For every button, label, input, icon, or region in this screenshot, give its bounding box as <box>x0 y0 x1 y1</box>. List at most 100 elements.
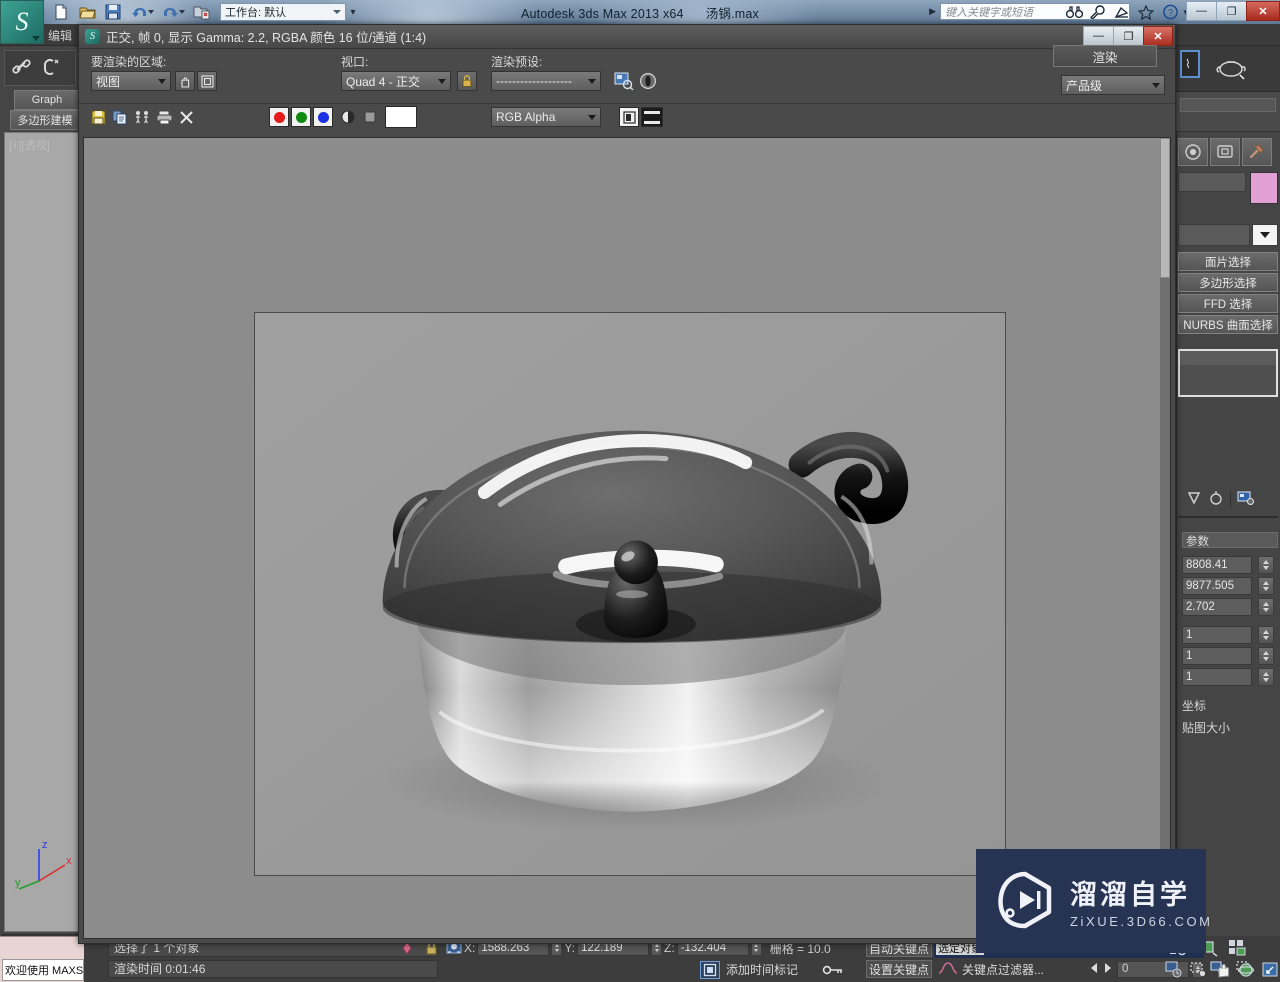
clone-window-icon[interactable] <box>131 107 153 127</box>
key-filters-area[interactable]: 关键点过滤器... <box>938 960 1070 978</box>
toggle-ui-button[interactable] <box>619 107 639 127</box>
orbit-icon[interactable] <box>1236 960 1258 980</box>
app-close-button[interactable]: ✕ <box>1246 1 1280 21</box>
height-segs-field[interactable]: 1 <box>1182 668 1252 686</box>
modifier-list-dropdown[interactable] <box>1252 224 1278 246</box>
app-logo-button[interactable]: S <box>0 0 44 44</box>
object-name-field[interactable] <box>1178 172 1246 192</box>
hierarchy-icon[interactable] <box>1178 138 1208 166</box>
maxscript-listener-panel[interactable]: 欢迎使用 MAXScr <box>0 936 84 982</box>
set-key-button[interactable]: 设置关键点 <box>866 960 932 978</box>
render-setup-icon[interactable] <box>613 71 635 91</box>
modifier-list-field[interactable] <box>1178 224 1250 246</box>
length-segs-spinner[interactable] <box>1258 626 1274 644</box>
print-icon[interactable] <box>153 107 175 127</box>
render-restore-button[interactable]: ❐ <box>1113 26 1143 46</box>
red-channel-button[interactable] <box>269 107 289 127</box>
polygon-modeling-button[interactable]: 多边形建模 <box>10 110 80 130</box>
time-tag-icon[interactable] <box>700 960 720 979</box>
patch-select-button[interactable]: 面片选择 <box>1178 252 1278 271</box>
show-end-result-icon[interactable] <box>1208 490 1224 509</box>
wrench-icon[interactable] <box>1086 2 1110 22</box>
rendered-image[interactable] <box>254 312 1006 876</box>
key-curve-icon[interactable] <box>938 961 958 978</box>
binoculars-icon[interactable] <box>1062 2 1086 22</box>
field-of-view-icon[interactable] <box>1188 960 1210 980</box>
menu-item-edit[interactable]: 编辑 <box>48 27 72 44</box>
width-segs-field[interactable]: 1 <box>1182 647 1252 665</box>
link-icon[interactable] <box>11 56 33 81</box>
alpha-channel-button[interactable] <box>337 107 359 127</box>
app-minimize-button[interactable]: — <box>1186 1 1216 21</box>
teapot-icon[interactable] <box>1214 54 1250 85</box>
watermark-overlay: 溜溜自学 ZiXUE.3D66.COM <box>976 849 1210 953</box>
render-quality-combo[interactable]: 产品级 <box>1061 75 1165 95</box>
poly-select-button[interactable]: 多边形选择 <box>1178 273 1278 292</box>
app-restore-button[interactable]: ❐ <box>1216 1 1246 21</box>
toggle-background-button[interactable] <box>641 107 663 127</box>
key-navigation-icons[interactable] <box>1088 962 1114 977</box>
height-segs-spinner[interactable] <box>1258 668 1274 686</box>
display-icon[interactable] <box>1210 138 1240 166</box>
left-viewport[interactable]: [+][透视] z x y <box>4 132 80 932</box>
mono-channel-button[interactable] <box>359 107 381 127</box>
render-button[interactable]: 渲染 <box>1053 45 1157 67</box>
green-channel-button[interactable] <box>291 107 311 127</box>
key-mode-toggle-icon[interactable] <box>820 960 846 980</box>
save-image-icon[interactable] <box>87 107 109 127</box>
pan-icon[interactable] <box>175 71 195 91</box>
render-window-titlebar[interactable]: S 正交, 帧 0, 显示 Gamma: 2.2, RGBA 颜色 16 位/通… <box>79 25 1175 49</box>
maximize-viewport-icon[interactable] <box>1260 960 1280 980</box>
render-canvas-scroll-thumb[interactable] <box>1160 138 1170 278</box>
object-color-swatch[interactable] <box>1250 172 1278 204</box>
config-modifier-sets-icon[interactable] <box>1237 490 1255 509</box>
render-window-title: 正交, 帧 0, 显示 Gamma: 2.2, RGBA 颜色 16 位/通道 … <box>106 31 427 45</box>
width-segs-spinner[interactable] <box>1258 647 1274 665</box>
render-canvas[interactable] <box>83 137 1171 939</box>
height-field[interactable]: 2.702 <box>1182 598 1252 616</box>
modifier-stack-listbox[interactable] <box>1178 349 1278 397</box>
viewport-combo[interactable]: Quad 4 - 正交 <box>341 71 451 91</box>
blue-channel-button[interactable] <box>313 107 333 127</box>
axis-tripod-icon: z x y <box>15 839 72 890</box>
render-canvas-scrollbar[interactable] <box>1160 138 1170 938</box>
graph-editors-button[interactable]: Graph <box>14 90 80 110</box>
length-spinner[interactable] <box>1258 556 1274 574</box>
3dsmax-application: 工作台: 默认 ▾ Autodesk 3ds Max 2013 x64 汤锅.ma… <box>0 0 1280 982</box>
chevron-down-icon <box>1152 82 1160 88</box>
area-to-render-combo[interactable]: 视图 <box>91 71 171 91</box>
chevron-down-icon <box>158 78 166 84</box>
channel-display-combo[interactable]: RGB Alpha <box>491 107 601 127</box>
environment-icon[interactable] <box>637 71 659 91</box>
render-minimize-button[interactable]: — <box>1083 26 1113 46</box>
width-field[interactable]: 9877.505 <box>1182 577 1252 595</box>
lock-icon[interactable] <box>457 71 477 91</box>
clear-icon[interactable] <box>175 107 197 127</box>
pin-stack-icon[interactable] <box>1186 490 1202 509</box>
zoom-region-icon[interactable] <box>1164 960 1186 980</box>
utilities-hammer-icon[interactable] <box>1242 138 1272 166</box>
height-segs-row: 1 <box>1182 668 1274 686</box>
star-icon[interactable] <box>1134 2 1158 22</box>
render-time-text: 渲染时间 0:01:46 <box>108 960 438 978</box>
create-tab-icon[interactable]: ⌇ <box>1180 50 1200 78</box>
render-preset-combo[interactable]: ------------------- <box>491 71 601 91</box>
zoom-extents-icon[interactable] <box>1228 938 1250 958</box>
pan-icon[interactable] <box>1212 960 1234 980</box>
command-panel-header <box>1176 92 1280 132</box>
width-spinner[interactable] <box>1258 577 1274 595</box>
satellite-icon[interactable] <box>1110 2 1134 22</box>
white-swatch-button[interactable] <box>385 106 417 128</box>
region-icon[interactable] <box>197 71 217 91</box>
length-segs-field[interactable]: 1 <box>1182 626 1252 644</box>
height-spinner[interactable] <box>1258 598 1274 616</box>
length-field[interactable]: 8808.41 <box>1182 556 1252 574</box>
ffd-select-button[interactable]: FFD 选择 <box>1178 294 1278 313</box>
help-icon[interactable]: ? <box>1158 2 1182 22</box>
search-expand-arrow-icon[interactable]: ▶ <box>929 6 936 17</box>
unlink-icon[interactable] <box>39 56 61 81</box>
nurbs-surface-select-button[interactable]: NURBS 曲面选择 <box>1178 315 1278 334</box>
render-close-button[interactable]: ✕ <box>1143 26 1173 46</box>
app-menu-caret-icon <box>32 36 40 41</box>
copy-image-icon[interactable] <box>109 107 131 127</box>
